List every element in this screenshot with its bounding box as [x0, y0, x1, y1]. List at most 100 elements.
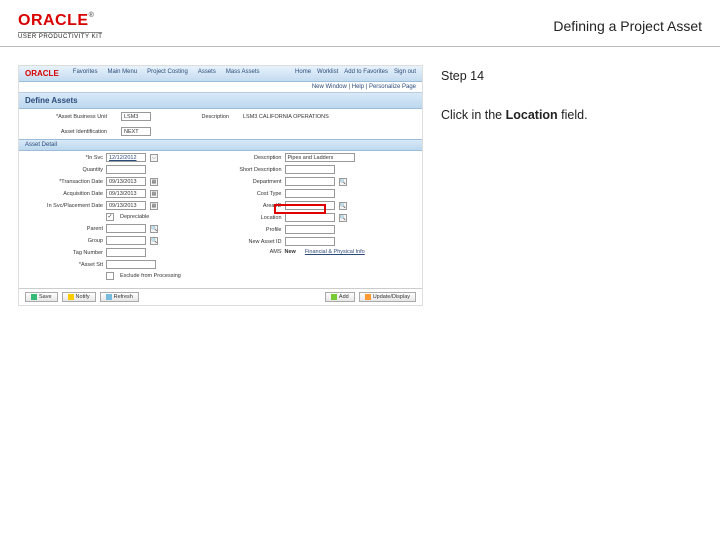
location-input[interactable] [285, 213, 335, 222]
lookup-icon[interactable]: 🔍 [339, 178, 347, 186]
save-button[interactable]: Save [25, 292, 58, 302]
depreciable-checkbox[interactable]: ✓ [106, 213, 114, 221]
save-icon [31, 294, 37, 300]
refresh-label: Refresh [114, 294, 133, 300]
action-bar: Save Notify Refresh Add Update/Display [19, 288, 422, 305]
status-select[interactable] [106, 260, 156, 269]
cost-label: Cost Type [224, 191, 282, 197]
page-header: ORACLE® USER PRODUCTIVITY KIT Defining a… [0, 0, 720, 47]
detail-left-col: *In Svc 12/12/2012 ⌵ Quantity *Transacti… [29, 153, 218, 280]
calendar-icon[interactable]: ▦ [150, 178, 158, 186]
menu-main[interactable]: Main Menu [107, 69, 137, 78]
parent-label: Parent [29, 226, 103, 232]
place-input[interactable]: 09/13/2013 [106, 201, 146, 210]
embedded-screenshot: ORACLE Favorites Main Menu Project Costi… [18, 65, 423, 306]
place-label: In Svc/Placement Date [29, 203, 103, 209]
group-input[interactable] [106, 236, 146, 245]
parent-input[interactable] [106, 224, 146, 233]
newasset-input[interactable] [285, 237, 335, 246]
short-input[interactable] [285, 165, 335, 174]
app-logo: ORACLE [25, 69, 59, 78]
desc-value: LSM3 CALIFORNIA OPERATIONS [243, 114, 329, 120]
product-line: USER PRODUCTIVITY KIT [18, 32, 102, 40]
update-button[interactable]: Update/Display [359, 292, 416, 302]
content-area: ORACLE Favorites Main Menu Project Costi… [0, 47, 720, 324]
menu-favorites[interactable]: Favorites [73, 69, 98, 78]
add-button[interactable]: Add [325, 292, 355, 302]
update-label: Update/Display [373, 294, 410, 300]
qty-label: Quantity [29, 167, 103, 173]
instr-before: Click in the [441, 108, 506, 122]
section-asset-detail: Asset Detail [19, 139, 422, 151]
instruction-panel: Step 14 Click in the Location field. [441, 65, 702, 306]
desc-input[interactable]: Pipes and Ladders [285, 153, 355, 162]
ams-value: New [285, 249, 296, 255]
bu-input[interactable]: LSM3 [121, 112, 151, 121]
assetid-input[interactable]: NEXT [121, 127, 151, 136]
trans-label: *Transaction Date [29, 179, 103, 185]
registered-mark: ® [89, 12, 94, 19]
group-label: Group [29, 238, 103, 244]
refresh-button[interactable]: Refresh [100, 292, 139, 302]
detail-right-col: Description Pipes and Ladders Short Desc… [224, 153, 413, 280]
insvc-input[interactable]: 12/12/2012 [106, 153, 146, 162]
link-worklist[interactable]: Worklist [317, 69, 338, 75]
highlight-location-field [274, 204, 326, 214]
newasset-label: New Asset ID [224, 239, 282, 245]
menu-assets[interactable]: Assets [198, 69, 216, 78]
page-title: Defining a Project Asset [553, 12, 702, 34]
bu-label: *Asset Business Unit [29, 114, 107, 120]
notify-icon [68, 294, 74, 300]
menu-mass-assets[interactable]: Mass Assets [226, 69, 260, 78]
instr-field: Location [506, 108, 558, 122]
detail-grid: *In Svc 12/12/2012 ⌵ Quantity *Transacti… [19, 151, 422, 282]
lookup-icon[interactable]: 🔍 [150, 237, 158, 245]
cost-select[interactable] [285, 189, 335, 198]
update-icon [365, 294, 371, 300]
calendar-icon[interactable]: ▦ [150, 190, 158, 198]
brand-block: ORACLE® USER PRODUCTIVITY KIT [18, 12, 102, 40]
app-subbar: New Window | Help | Personalize Page [19, 82, 422, 93]
form-page-title: Define Assets [19, 93, 422, 109]
instruction-text: Click in the Location field. [441, 106, 702, 125]
exclude-checkbox[interactable] [106, 272, 114, 280]
link-signout[interactable]: Sign out [394, 69, 416, 75]
brand-wordmark: ORACLE [18, 12, 89, 29]
trans-input[interactable]: 09/13/2013 [106, 177, 146, 186]
add-label: Add [339, 294, 349, 300]
step-label: Step 14 [441, 67, 702, 86]
acq-label: Acquisition Date [29, 191, 103, 197]
status-label: *Asset Stt [29, 262, 103, 268]
tag-input[interactable] [106, 248, 146, 257]
top-form-row-2: Asset Identification NEXT [19, 124, 422, 139]
menu-project-costing[interactable]: Project Costing [147, 69, 188, 78]
instr-after: field. [558, 108, 588, 122]
acq-input[interactable]: 09/13/2013 [106, 189, 146, 198]
notify-button[interactable]: Notify [62, 292, 96, 302]
notify-label: Notify [76, 294, 90, 300]
screenshot-wrapper: ORACLE Favorites Main Menu Project Costi… [18, 65, 423, 306]
tag-label: Tag Number [29, 250, 103, 256]
link-home[interactable]: Home [295, 69, 311, 75]
lookup-icon[interactable]: 🔍 [150, 225, 158, 233]
top-form-row-1: *Asset Business Unit LSM3 Description LS… [19, 109, 422, 124]
short-label: Short Description [224, 167, 282, 173]
financial-link[interactable]: Financial & Physical Info [305, 249, 365, 255]
assetid-label: Asset Identification [29, 129, 107, 135]
link-add-fav[interactable]: Add to Favorites [344, 69, 388, 75]
profile-input[interactable] [285, 225, 335, 234]
location-label: Location [224, 215, 282, 221]
app-menubar: ORACLE Favorites Main Menu Project Costi… [19, 66, 422, 82]
desc-label: Description [165, 114, 229, 120]
profile-label: Profile [224, 227, 282, 233]
dept-input[interactable] [285, 177, 335, 186]
lookup-icon[interactable]: 🔍 [339, 214, 347, 222]
calendar-icon[interactable]: ▦ [150, 202, 158, 210]
lookup-icon[interactable]: 🔍 [339, 202, 347, 210]
depreciable-label: Depreciable [120, 214, 149, 220]
dept-label: Department [224, 179, 282, 185]
qty-input[interactable] [106, 165, 146, 174]
save-label: Save [39, 294, 52, 300]
refresh-icon [106, 294, 112, 300]
insvc-lookup-icon[interactable]: ⌵ [150, 154, 158, 162]
